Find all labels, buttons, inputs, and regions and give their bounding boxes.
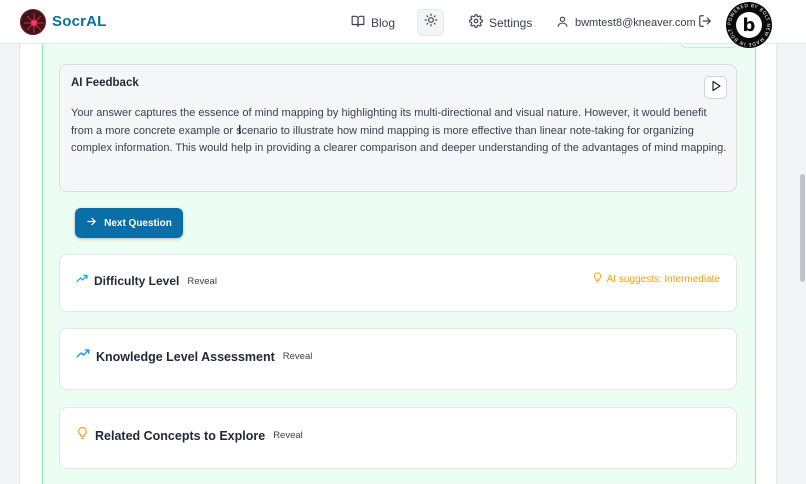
nav-settings-link[interactable]: Settings — [469, 14, 532, 31]
ai-feedback-box: AI Feedback Your answer captures the ess… — [59, 64, 737, 192]
ai-feedback-text: Your answer captures the essence of mind… — [71, 107, 727, 154]
app-logo[interactable] — [20, 9, 46, 35]
knowledge-assessment-card: Knowledge Level Assessment Reveal — [59, 328, 737, 390]
difficulty-reveal-link[interactable]: Reveal — [187, 276, 217, 287]
scrollbar-thumb[interactable] — [800, 174, 805, 282]
play-audio-button[interactable] — [704, 76, 727, 99]
difficulty-level-title: Difficulty Level — [94, 274, 180, 288]
next-question-label: Next Question — [104, 217, 172, 229]
knowledge-assessment-title: Knowledge Level Assessment — [96, 349, 275, 364]
related-reveal-link[interactable]: Reveal — [273, 430, 303, 441]
nav-settings-label: Settings — [489, 15, 533, 30]
bolt-badge[interactable]: POWERED BY BOLT NEW MADE IN BOLT b — [726, 2, 772, 48]
sun-icon — [424, 13, 438, 32]
logout-button[interactable] — [698, 14, 712, 33]
ai-feedback-title: AI Feedback — [71, 77, 139, 89]
related-concepts-title: Related Concepts to Explore — [95, 428, 266, 443]
ai-suggestion-text: AI suggests: Intermediate — [606, 273, 720, 285]
gear-icon — [469, 14, 483, 31]
theme-toggle-button[interactable] — [417, 9, 444, 36]
ai-difficulty-suggestion: AI suggests: Intermediate — [592, 272, 720, 286]
user-icon — [556, 15, 569, 31]
svg-text:POWERED BY BOLT NEW MADE IN BO: POWERED BY BOLT NEW MADE IN BOLT — [727, 3, 771, 47]
bolt-badge-ring: POWERED BY BOLT NEW MADE IN BOLT — [727, 3, 771, 47]
nav-blog-label: Blog — [371, 15, 396, 30]
knowledge-reveal-link[interactable]: Reveal — [283, 351, 313, 362]
app-name[interactable]: SocrAL — [52, 13, 107, 30]
text-cursor-icon: I — [238, 123, 242, 137]
arrow-right-icon — [86, 216, 97, 230]
logout-icon — [698, 15, 712, 32]
nav-blog-link[interactable]: Blog — [351, 14, 395, 31]
bolt-badge-text: POWERED BY BOLT NEW MADE IN BOLT — [727, 3, 771, 47]
lightbulb-icon — [592, 272, 603, 286]
trending-up-icon — [76, 347, 90, 366]
trending-up-icon — [76, 272, 88, 290]
lightbulb-icon — [76, 426, 89, 445]
top-nav-bar: SocrAL Blog Settings bwmtest8@kneaver.co… — [0, 0, 806, 44]
related-concepts-card: Related Concepts to Explore Reveal — [59, 407, 737, 469]
next-question-button[interactable]: Next Question — [75, 208, 183, 238]
user-account[interactable]: bwmtest8@kneaver.com — [556, 15, 696, 31]
book-icon — [351, 14, 365, 31]
user-email: bwmtest8@kneaver.com — [575, 17, 696, 29]
difficulty-level-card: Difficulty Level Reveal AI suggests: Int… — [59, 254, 737, 312]
play-icon — [710, 79, 722, 97]
